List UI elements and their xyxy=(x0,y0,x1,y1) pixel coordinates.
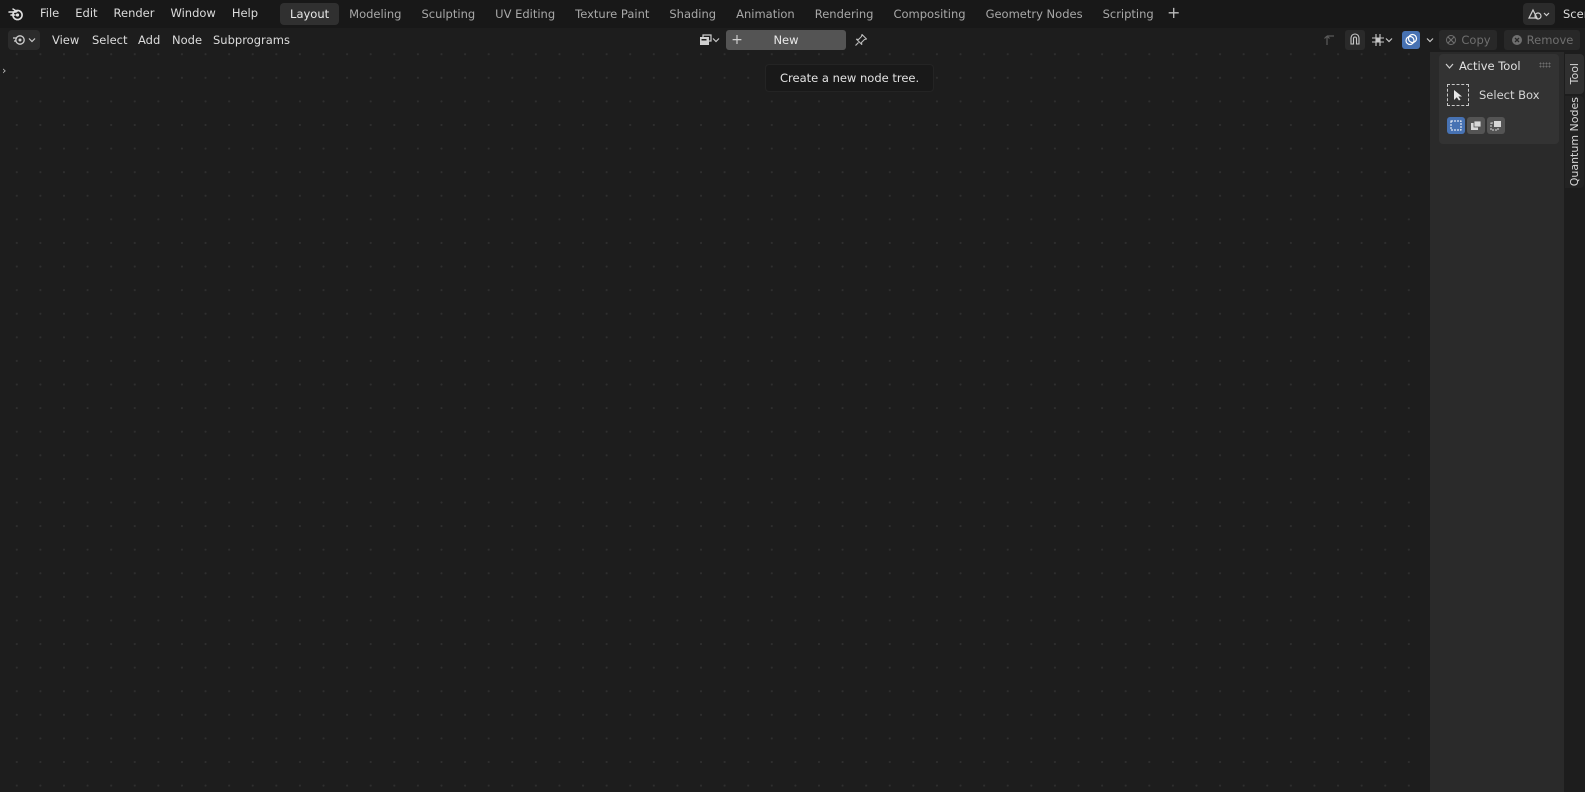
editor-type-button[interactable] xyxy=(8,30,40,50)
snap-toggle[interactable] xyxy=(1345,30,1365,50)
overlays-icon xyxy=(1402,31,1420,49)
menu-help[interactable]: Help xyxy=(224,0,266,28)
mode-extend-icon[interactable] xyxy=(1467,117,1485,134)
menu-subprograms[interactable]: Subprograms xyxy=(213,28,290,52)
snap-target-dropdown[interactable] xyxy=(1367,30,1397,50)
parent-tree-button[interactable] xyxy=(1320,30,1340,50)
new-node-tree-button[interactable]: + New xyxy=(726,30,846,50)
menu-node[interactable]: Node xyxy=(172,28,202,52)
tab-uv-editing[interactable]: UV Editing xyxy=(485,3,565,25)
tool-name: Select Box xyxy=(1479,88,1540,102)
menu-view[interactable]: View xyxy=(52,28,79,52)
menu-file[interactable]: File xyxy=(32,0,67,28)
chevron-down-icon xyxy=(28,38,36,43)
add-workspace-button[interactable]: + xyxy=(1164,3,1184,25)
sidebar: Active Tool Select Box xyxy=(1430,52,1564,792)
pin-button[interactable] xyxy=(851,30,871,50)
tab-compositing[interactable]: Compositing xyxy=(883,3,975,25)
tab-tool-label: Tool xyxy=(1568,63,1581,85)
menu-add[interactable]: Add xyxy=(138,28,160,52)
tab-texture-paint[interactable]: Texture Paint xyxy=(565,3,659,25)
select-box-icon xyxy=(1447,84,1469,106)
chevron-down-icon xyxy=(1426,38,1434,43)
snap-grid-icon xyxy=(1372,34,1384,46)
menu-render[interactable]: Render xyxy=(106,0,163,28)
magnet-icon xyxy=(1350,33,1360,45)
copy-icon xyxy=(1446,35,1457,45)
blender-logo-icon[interactable] xyxy=(0,0,32,28)
tab-sculpting[interactable]: Sculpting xyxy=(411,3,485,25)
active-tool-row[interactable]: Select Box xyxy=(1447,84,1540,106)
tab-quantum-nodes[interactable]: Quantum Nodes xyxy=(1565,96,1584,188)
node-editor-header: View Select Add Node Subprograms + New C… xyxy=(0,28,1585,52)
menu-edit[interactable]: Edit xyxy=(67,0,105,28)
node-tree-type-button[interactable] xyxy=(694,30,724,50)
mode-set-icon[interactable] xyxy=(1447,117,1465,134)
scene-browse-button[interactable] xyxy=(1523,3,1555,25)
scene-name-field[interactable]: Scen xyxy=(1563,7,1585,21)
chevron-down-icon xyxy=(712,38,719,43)
node-canvas[interactable]: › Create a new node tree. xyxy=(0,52,1430,792)
active-tool-panel: Active Tool Select Box xyxy=(1439,54,1559,144)
panel-title: Active Tool xyxy=(1459,59,1521,73)
scene-selector: Scen xyxy=(1523,3,1585,25)
overlays-dropdown[interactable] xyxy=(1401,30,1435,50)
remove-icon xyxy=(1511,35,1522,45)
new-button-label: New xyxy=(773,33,799,47)
node-tree-icon xyxy=(699,34,712,45)
tab-geometry-nodes[interactable]: Geometry Nodes xyxy=(976,3,1093,25)
sidebar-tabs: Tool Quantum Nodes xyxy=(1564,52,1585,792)
tab-animation[interactable]: Animation xyxy=(726,3,805,25)
workspace-tabs: Layout Modeling Sculpting UV Editing Tex… xyxy=(280,0,1184,28)
plus-icon: + xyxy=(731,32,743,48)
selection-mode-group xyxy=(1447,117,1505,134)
tab-modeling[interactable]: Modeling xyxy=(339,3,411,25)
tab-scripting[interactable]: Scripting xyxy=(1093,3,1164,25)
copy-button[interactable]: Copy xyxy=(1439,30,1497,50)
top-bar: File Edit Render Window Help Layout Mode… xyxy=(0,0,1585,28)
tab-tool[interactable]: Tool xyxy=(1565,54,1584,94)
parent-node-tree-icon xyxy=(1324,35,1334,45)
pin-icon xyxy=(855,33,868,46)
drag-handle-icon[interactable] xyxy=(1539,62,1551,68)
chevron-down-icon xyxy=(1385,38,1393,43)
copy-label: Copy xyxy=(1461,33,1491,47)
toolbar-expand-icon[interactable]: › xyxy=(2,64,6,77)
chevron-down-icon xyxy=(1445,61,1459,72)
scene-icon xyxy=(1528,8,1550,20)
menu-window[interactable]: Window xyxy=(162,0,223,28)
tooltip: Create a new node tree. xyxy=(765,64,935,92)
remove-label: Remove xyxy=(1526,33,1574,47)
mode-subtract-icon[interactable] xyxy=(1487,117,1505,134)
tab-rendering[interactable]: Rendering xyxy=(805,3,884,25)
tab-quantum-nodes-label: Quantum Nodes xyxy=(1568,97,1581,187)
menu-select[interactable]: Select xyxy=(92,28,127,52)
remove-button[interactable]: Remove xyxy=(1504,30,1580,50)
tab-shading[interactable]: Shading xyxy=(659,3,726,25)
tab-layout[interactable]: Layout xyxy=(280,3,340,25)
node-editor-icon xyxy=(13,35,25,45)
